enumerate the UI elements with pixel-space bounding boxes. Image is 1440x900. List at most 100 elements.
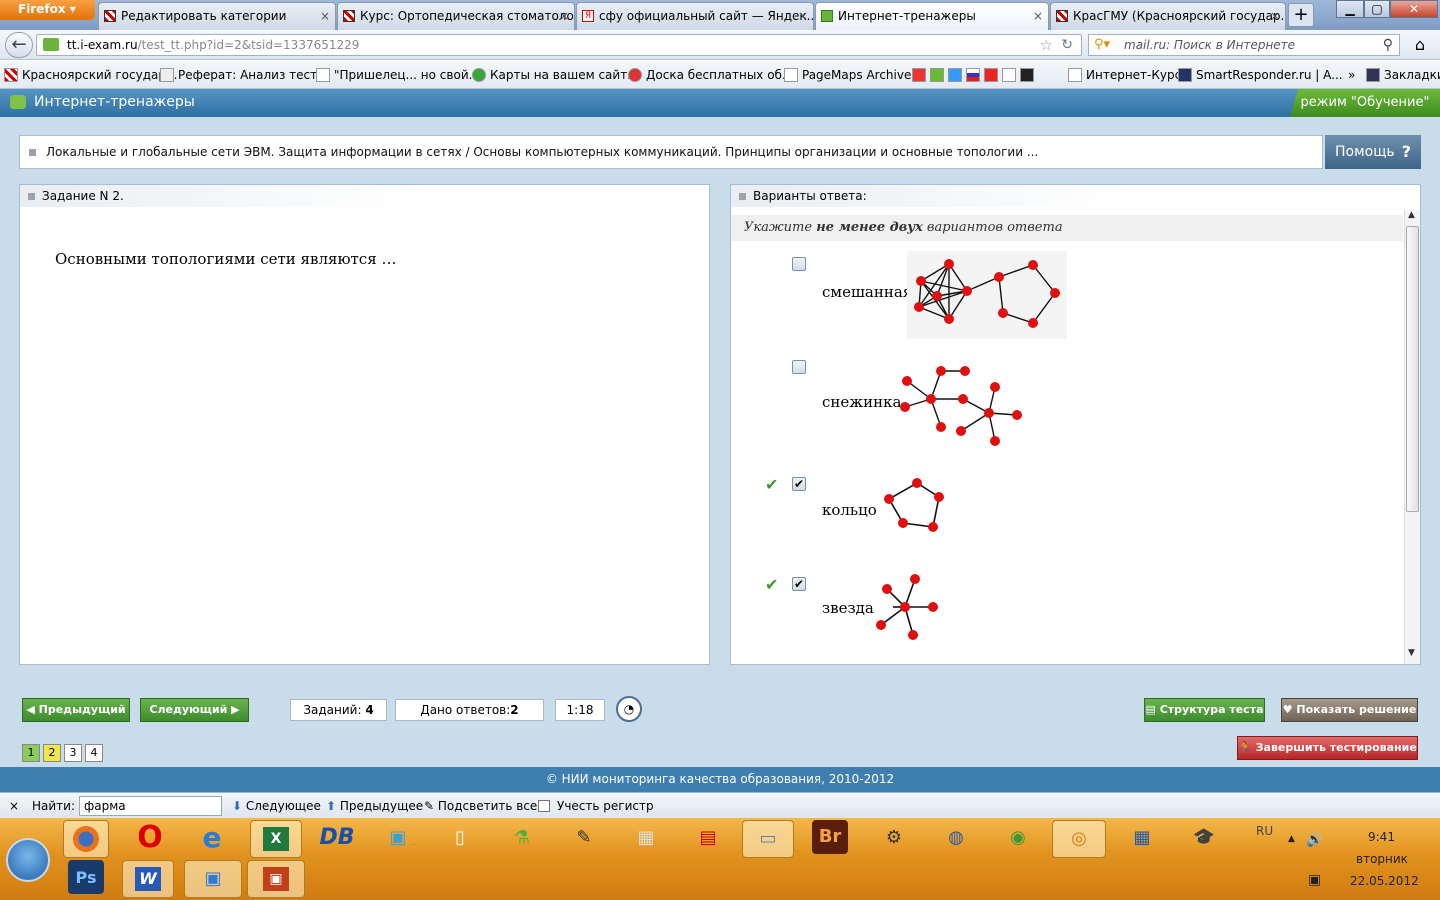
app-icon[interactable]: ⚙ [874, 820, 914, 856]
find-input[interactable]: фарма [79, 796, 222, 816]
powerpoint-icon[interactable]: ▣ [247, 860, 305, 898]
close-tab-icon[interactable]: × [559, 3, 569, 29]
document-icon[interactable]: ▯ [440, 820, 480, 856]
bookmark-item[interactable]: Доска бесплатных об... [628, 61, 793, 89]
close-tab-icon[interactable]: × [1270, 3, 1280, 29]
bookmark-item[interactable]: PageMaps Archives [784, 61, 918, 89]
app-icon[interactable]: ✎ [564, 820, 604, 856]
smartresponder-icon [1178, 68, 1192, 82]
maximize-button[interactable]: ▢ [1364, 0, 1390, 18]
find-next-button[interactable]: ⬇ Следующее [232, 793, 321, 819]
previous-button[interactable]: ◀ Предыдущий [22, 698, 130, 722]
bridge-icon[interactable]: Br [812, 820, 848, 854]
bookmarks-menu-button[interactable]: Закладки [1366, 61, 1440, 89]
app-icon[interactable]: ⚗ [502, 820, 542, 856]
bookmark-item[interactable]: Карты на вашем сайт... [472, 61, 639, 89]
app-icon[interactable]: ◍ [936, 820, 976, 856]
tab-yandex[interactable]: Ясфу официальный сайт — Яндек... × [576, 2, 814, 30]
close-find-icon[interactable]: × [9, 793, 19, 819]
search-engine-icon[interactable]: ⚲▾ [1094, 35, 1110, 55]
bookmark-item[interactable]: Красноярский государ... [4, 61, 177, 89]
match-case-checkbox[interactable] [538, 800, 550, 812]
media-player-icon[interactable]: ▣ [378, 820, 418, 856]
app-warning-icon[interactable]: ◎ [1052, 820, 1106, 858]
home-icon[interactable]: ⌂ [1406, 33, 1434, 57]
photoshop-icon[interactable]: Ps [68, 860, 104, 894]
paint-icon[interactable]: ▣ [184, 860, 242, 898]
excel-icon[interactable]: X [250, 820, 302, 858]
network-icon[interactable]: ▣ [1308, 872, 1321, 888]
minimize-button[interactable]: ▁ [1336, 0, 1364, 18]
firefox-icon[interactable] [63, 820, 109, 858]
close-tab-icon[interactable]: × [1033, 3, 1043, 29]
bookmark-icons-group[interactable] [912, 61, 1038, 89]
volume-icon[interactable]: 🔊 [1306, 832, 1323, 848]
bookmark-favicon [160, 68, 174, 82]
word-icon[interactable]: W [122, 860, 174, 898]
calculator-icon[interactable]: ▦ [626, 820, 666, 856]
bookmark-item[interactable]: Интернет-Курс [1068, 61, 1181, 89]
tab-course[interactable]: Курс: Ортопедическая стоматоло... × [337, 2, 575, 30]
up-arrow-icon: ⬆ [326, 799, 340, 813]
back-arrow-icon[interactable]: ← [5, 32, 33, 58]
task-title: Задание N 2. [20, 185, 415, 207]
page-number-current[interactable]: 2 [43, 744, 61, 762]
firefox-menu-button[interactable]: Firefox ▾ [0, 0, 95, 20]
help-button[interactable]: Помощь? [1325, 135, 1421, 169]
page-number[interactable]: 1 [22, 744, 40, 762]
bookmark-star-icon[interactable]: ☆ [1040, 35, 1053, 55]
test-footer: ◀ Предыдущий Следующий ▶ Заданий: 4 Дано… [0, 687, 1440, 767]
close-tab-icon[interactable]: × [798, 3, 808, 29]
graduation-cap-icon[interactable]: 🎓 [1184, 820, 1224, 856]
reload-icon[interactable]: ↻ [1061, 35, 1073, 55]
tab-internet-trainers[interactable]: Интернет-тренажеры × [815, 2, 1049, 30]
floppy-icon[interactable]: ▤ [688, 820, 728, 856]
app-icon[interactable]: ◉ [998, 820, 1038, 856]
option-checkbox-checked[interactable]: ✔ [792, 477, 806, 491]
bookmark-item[interactable]: Реферат: Анализ тест... [160, 61, 329, 89]
show-solution-button[interactable]: ♥ Показать решение [1281, 698, 1418, 722]
close-tab-icon[interactable]: × [320, 3, 330, 29]
scroll-down-icon[interactable]: ▼ [1408, 648, 1415, 658]
option-label: кольцо [822, 501, 877, 519]
highlight-all-button[interactable]: ✎ Подсветить все [424, 793, 537, 819]
address-bar[interactable]: tt.i-exam.ru/test_tt.php?id=2&tsid=13376… [36, 34, 1082, 56]
url-domain: tt.i-exam.ru [67, 38, 138, 52]
close-window-button[interactable]: ✕ [1390, 0, 1438, 18]
option-checkbox[interactable] [792, 257, 806, 271]
next-button[interactable]: Следующий ▶ [140, 698, 249, 722]
new-tab-button[interactable]: + [1288, 3, 1314, 27]
tab-edit-categories[interactable]: Редактировать категории × [98, 2, 336, 30]
scrollbar-thumb[interactable] [1406, 226, 1419, 512]
tab-krasgmu[interactable]: КрасГМУ (Красноярский государ... × [1050, 2, 1286, 30]
book-icon: ♥ [1282, 703, 1297, 716]
test-structure-button[interactable]: ▤ Структура теста [1144, 698, 1265, 722]
option-checkbox-checked[interactable]: ✔ [792, 577, 806, 591]
opera-icon[interactable]: O [130, 820, 170, 856]
bookmarks-overflow-button[interactable]: » [1348, 61, 1355, 89]
star-topology-image [876, 574, 938, 640]
option-checkbox[interactable] [792, 360, 806, 374]
tray-expand-icon[interactable]: ▲ [1288, 834, 1295, 844]
database-app-icon[interactable]: DB [317, 820, 357, 856]
search-icon[interactable]: ⚲ [1383, 35, 1393, 55]
bullet-icon [739, 193, 746, 200]
app-title: Интернет-тренажеры [34, 94, 195, 110]
find-prev-button[interactable]: ⬆ Предыдущее [326, 793, 423, 819]
language-indicator[interactable]: RU [1256, 824, 1273, 838]
page-number[interactable]: 4 [85, 744, 103, 762]
grid-app-icon[interactable]: ▦ [1122, 820, 1162, 856]
search-input[interactable]: ⚲▾ mail.ru: Поиск в Интернете ⚲ [1088, 34, 1400, 56]
finish-test-button[interactable]: 🏃 Завершить тестирование [1237, 736, 1418, 760]
page-number[interactable]: 3 [64, 744, 82, 762]
scroll-up-icon[interactable]: ▲ [1408, 210, 1415, 220]
clock-icon: ◔ [616, 696, 642, 722]
flag-icon [966, 68, 980, 82]
clock-time[interactable]: 9:41 [1368, 830, 1395, 844]
windows-start-button[interactable] [6, 838, 50, 882]
bookmark-item[interactable]: "Пришелец... но свой... [316, 61, 480, 89]
answers-scrollbar[interactable]: ▲ ▼ [1404, 210, 1420, 664]
bookmark-item[interactable]: SmartResponder.ru | A... [1178, 61, 1343, 89]
internet-explorer-icon[interactable]: e [192, 820, 232, 856]
explorer-folder-icon[interactable]: ▭ [742, 820, 794, 858]
